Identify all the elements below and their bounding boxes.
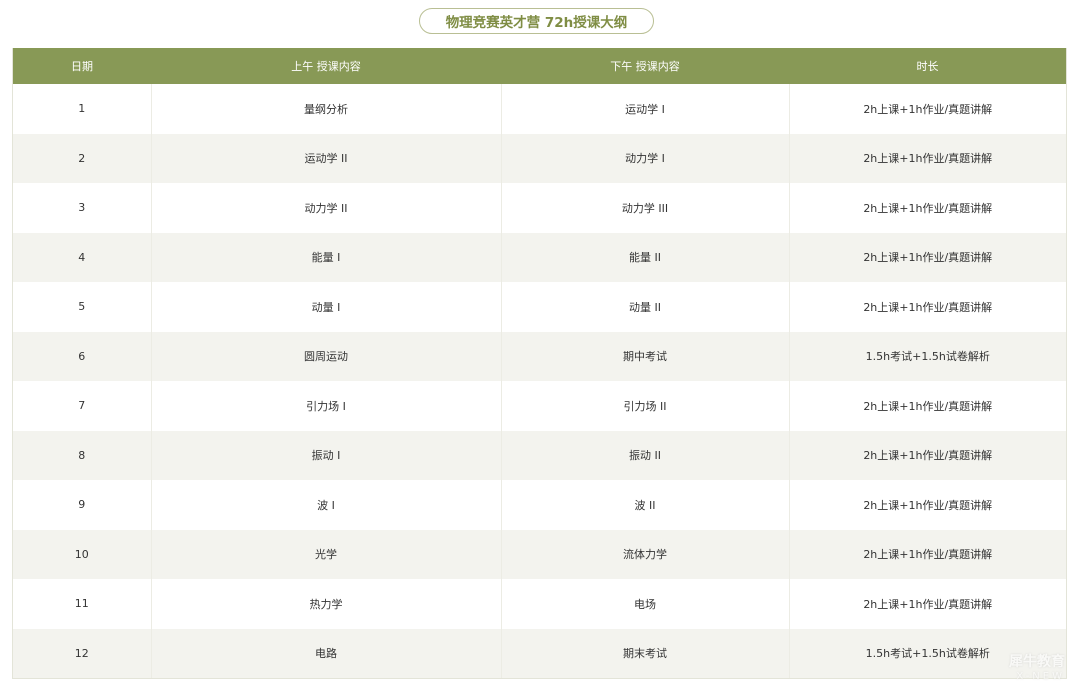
table-cell: 2h上课+1h作业/真题讲解 (788, 529, 1066, 579)
table-cell: 电路 (150, 628, 501, 678)
table-cell: 9 (13, 480, 151, 530)
table-body: 1 量纲分析 运动学 I 2h上课+1h作业/真题讲解 2 运动学 II 动力学 I 2h上课… (13, 84, 1066, 678)
column-header: 下午 授课内容 (501, 48, 789, 84)
table-row: 11 热力学 电场 2h上课+1h作业/真题讲解 (13, 579, 1066, 629)
table-cell: 动量 I (150, 282, 501, 332)
table-cell: 5 (13, 282, 151, 332)
table-cell: 振动 II (500, 430, 789, 480)
table-header-row: 日期 上午 授课内容 下午 授课内容 时长 (13, 48, 1066, 84)
table-cell: 8 (13, 430, 151, 480)
table-cell: 光学 (150, 529, 501, 579)
table-row: 7 引力场 I 引力场 II 2h上课+1h作业/真题讲解 (13, 381, 1066, 431)
table-cell: 动力学 I (500, 133, 789, 183)
table-row: 12 电路 期末考试 1.5h考试+1.5h试卷解析 (13, 628, 1066, 678)
table-cell: 10 (13, 529, 151, 579)
table-cell: 12 (13, 628, 151, 678)
table-row: 8 振动 I 振动 II 2h上课+1h作业/真题讲解 (13, 430, 1066, 480)
table-row: 10 光学 流体力学 2h上课+1h作业/真题讲解 (13, 529, 1066, 579)
column-header: 日期 (13, 48, 151, 84)
table-cell: 7 (13, 381, 151, 431)
table-row: 4 能量 I 能量 II 2h上课+1h作业/真题讲解 (13, 232, 1066, 282)
page-title: 物理竞赛英才营 72h授课大纲 (418, 8, 655, 34)
table-cell: 能量 I (150, 232, 501, 282)
table-cell: 4 (13, 232, 151, 282)
table-cell: 动量 II (500, 282, 789, 332)
column-header: 时长 (789, 48, 1066, 84)
table-cell: 能量 II (500, 232, 789, 282)
table-cell: 2h上课+1h作业/真题讲解 (788, 579, 1066, 629)
table-row: 3 动力学 II 动力学 III 2h上课+1h作业/真题讲解 (13, 183, 1066, 233)
table-cell: 引力场 II (500, 381, 789, 431)
table-cell: 3 (13, 183, 151, 233)
table-cell: 运动学 II (150, 133, 501, 183)
table-row: 6 圆周运动 期中考试 1.5h考试+1.5h试卷解析 (13, 331, 1066, 381)
table-cell: 圆周运动 (150, 331, 501, 381)
table-cell: 2h上课+1h作业/真题讲解 (788, 133, 1066, 183)
table-cell: 量纲分析 (150, 84, 501, 134)
table-cell: 2h上课+1h作业/真题讲解 (788, 183, 1066, 233)
schedule-table: 日期 上午 授课内容 下午 授课内容 时长 1 量纲分析 运动学 I 2h上课+1h作业/真… (13, 48, 1066, 678)
table-cell: 1.5h考试+1.5h试卷解析 (788, 331, 1066, 381)
table-cell: 运动学 I (500, 84, 789, 134)
table-cell: 波 II (500, 480, 789, 530)
table-cell: 1.5h考试+1.5h试卷解析 (788, 628, 1066, 678)
table-cell: 2h上课+1h作业/真题讲解 (788, 430, 1066, 480)
schedule-table-container: 日期 上午 授课内容 下午 授课内容 时长 1 量纲分析 运动学 I 2h上课+1h作业/真… (12, 48, 1067, 679)
table-cell: 2h上课+1h作业/真题讲解 (788, 480, 1066, 530)
table-cell: 波 I (150, 480, 501, 530)
table-cell: 2h上课+1h作业/真题讲解 (788, 84, 1066, 134)
table-cell: 2h上课+1h作业/真题讲解 (788, 232, 1066, 282)
table-cell: 期末考试 (500, 628, 789, 678)
table-cell: 动力学 II (150, 183, 501, 233)
table-cell: 热力学 (150, 579, 501, 629)
table-row: 1 量纲分析 运动学 I 2h上课+1h作业/真题讲解 (13, 84, 1066, 134)
table-cell: 2h上课+1h作业/真题讲解 (788, 282, 1066, 332)
table-row: 5 动量 I 动量 II 2h上课+1h作业/真题讲解 (13, 282, 1066, 332)
table-cell: 6 (13, 331, 151, 381)
table-cell: 动力学 III (500, 183, 789, 233)
table-cell: 11 (13, 579, 151, 629)
table-cell: 流体力学 (500, 529, 789, 579)
table-cell: 引力场 I (150, 381, 501, 431)
table-row: 9波 I波 II 2h上课+1h作业/真题讲解 (13, 480, 1066, 530)
column-header: 上午 授课内容 (151, 48, 501, 84)
table-cell: 电场 (500, 579, 789, 629)
table-row: 2 运动学 II 动力学 I 2h上课+1h作业/真题讲解 (13, 133, 1066, 183)
table-cell: 1 (13, 84, 151, 134)
table-cell: 2 (13, 133, 151, 183)
table-cell: 2h上课+1h作业/真题讲解 (788, 381, 1066, 431)
table-cell: 振动 I (150, 430, 501, 480)
title-container: 物理竞赛英才营 72h授课大纲 (0, 8, 1073, 34)
table-cell: 期中考试 (500, 331, 789, 381)
